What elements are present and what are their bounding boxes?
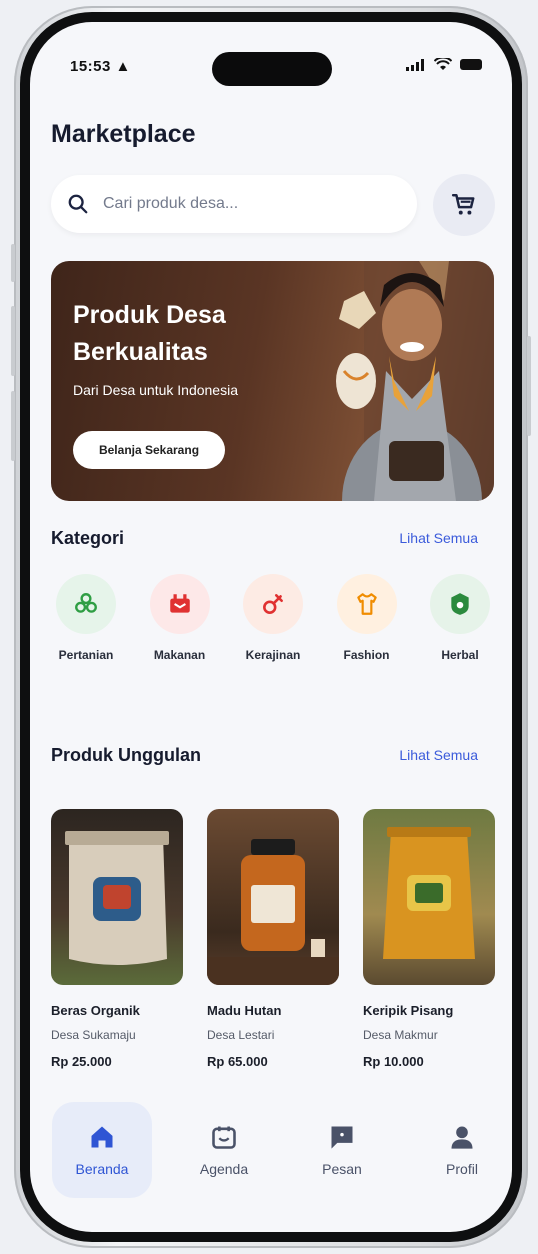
plant-icon bbox=[75, 593, 97, 613]
bottom-tab-bar: Beranda Agenda Pesan Profil bbox=[30, 1102, 512, 1212]
food-icon bbox=[169, 594, 190, 613]
tab-profil[interactable]: Profil bbox=[412, 1102, 512, 1198]
product-price: Rp 25.000 bbox=[51, 1054, 112, 1069]
mute-switch bbox=[11, 244, 15, 282]
category-icon-circle bbox=[336, 574, 397, 634]
featured-see-all-link[interactable]: Lihat Semua bbox=[399, 747, 478, 763]
search-bar[interactable] bbox=[51, 175, 417, 233]
tab-agenda[interactable]: Agenda bbox=[174, 1102, 274, 1198]
category-label: Kerajinan bbox=[245, 648, 301, 662]
page-title: Marketplace bbox=[51, 120, 196, 148]
product-price: Rp 10.000 bbox=[363, 1054, 424, 1069]
chips-bag-image bbox=[383, 827, 475, 959]
home-icon bbox=[91, 1126, 113, 1148]
product-village: Desa Lestari bbox=[207, 1028, 275, 1042]
rice-bag-image bbox=[65, 831, 169, 965]
product-image bbox=[207, 809, 339, 985]
user-icon bbox=[451, 1126, 473, 1149]
phone-frame: 15:53 ▲ Marketplace Cari produk desa... … bbox=[11, 6, 531, 1248]
tab-label: Profil bbox=[446, 1161, 478, 1177]
wifi-icon bbox=[434, 58, 452, 70]
dynamic-island bbox=[212, 52, 332, 86]
categories-title: Kategori bbox=[51, 528, 125, 548]
volume-down-button bbox=[11, 391, 15, 461]
product-village: Desa Makmur bbox=[363, 1028, 438, 1042]
product-card[interactable]: Keripik Pisang Desa Makmur Rp 10.000 bbox=[363, 809, 495, 1069]
search-icon bbox=[68, 194, 88, 214]
category-kerajinan[interactable]: Kerajinan bbox=[238, 574, 308, 662]
product-name: Beras Organik bbox=[51, 1003, 140, 1018]
cart-icon bbox=[451, 194, 475, 215]
category-herbal[interactable]: Herbal bbox=[425, 574, 495, 662]
featured-title: Produk Unggulan bbox=[51, 745, 201, 765]
category-label: Herbal bbox=[441, 648, 479, 662]
tab-pesan[interactable]: Pesan bbox=[292, 1102, 392, 1198]
power-button bbox=[527, 336, 531, 436]
category-icon-circle bbox=[149, 574, 210, 634]
tab-beranda[interactable]: Beranda bbox=[52, 1102, 152, 1198]
promo-banner[interactable]: Produk Desa Berkualitas Dari Desa untuk … bbox=[51, 261, 494, 501]
honey-jar-image bbox=[207, 839, 339, 985]
category-icon-circle bbox=[430, 574, 490, 634]
product-village: Desa Sukamaju bbox=[51, 1028, 136, 1042]
category-label: Fashion bbox=[343, 648, 390, 662]
category-list: Pertanian Makanan Kerajinan Fashion Herb… bbox=[51, 574, 495, 662]
bezel: 15:53 ▲ Marketplace Cari produk desa... … bbox=[20, 12, 522, 1242]
product-card[interactable]: Madu Hutan Desa Lestari Rp 65.000 bbox=[207, 809, 339, 1069]
volume-up-button bbox=[11, 306, 15, 376]
status-time: 15:53 ▲ bbox=[70, 58, 131, 75]
categories-see-all-link[interactable]: Lihat Semua bbox=[399, 530, 478, 546]
category-pertanian[interactable]: Pertanian bbox=[51, 574, 121, 662]
battery-icon bbox=[460, 59, 482, 70]
banner-subtitle: Dari Desa untuk Indonesia bbox=[73, 382, 238, 398]
category-fashion[interactable]: Fashion bbox=[332, 574, 402, 662]
search-input[interactable] bbox=[103, 195, 383, 213]
banner-illustration bbox=[336, 261, 494, 501]
status-bar: 15:53 ▲ bbox=[30, 22, 512, 86]
product-price: Rp 65.000 bbox=[207, 1054, 268, 1069]
system-icons bbox=[406, 58, 482, 71]
category-makanan[interactable]: Makanan bbox=[145, 574, 215, 662]
product-name: Keripik Pisang bbox=[363, 1003, 454, 1018]
product-image bbox=[363, 809, 495, 985]
tab-label: Pesan bbox=[322, 1161, 362, 1177]
calendar-icon bbox=[212, 1126, 236, 1149]
category-icon-circle bbox=[243, 574, 303, 634]
category-icon-circle bbox=[56, 574, 116, 634]
craft-icon bbox=[263, 594, 283, 614]
cart-button[interactable] bbox=[433, 174, 495, 236]
shop-now-button[interactable]: Belanja Sekarang bbox=[73, 431, 225, 469]
product-card[interactable]: Beras Organik Desa Sukamaju Rp 25.000 bbox=[51, 809, 183, 1069]
category-label: Pertanian bbox=[58, 648, 114, 662]
shirt-icon bbox=[356, 593, 377, 615]
tab-label: Beranda bbox=[75, 1161, 129, 1177]
product-name: Madu Hutan bbox=[207, 1003, 282, 1018]
signal-icon bbox=[406, 58, 424, 71]
message-icon bbox=[331, 1126, 353, 1149]
category-label: Makanan bbox=[153, 648, 206, 662]
screen: 15:53 ▲ Marketplace Cari produk desa... … bbox=[30, 22, 512, 1232]
tab-label: Agenda bbox=[199, 1161, 249, 1177]
herbal-icon bbox=[451, 593, 469, 615]
banner-title: Produk Desa Berkualitas bbox=[73, 301, 226, 366]
product-image bbox=[51, 809, 183, 985]
product-list: Beras Organik Desa Sukamaju Rp 25.000 Ma… bbox=[51, 809, 495, 1069]
